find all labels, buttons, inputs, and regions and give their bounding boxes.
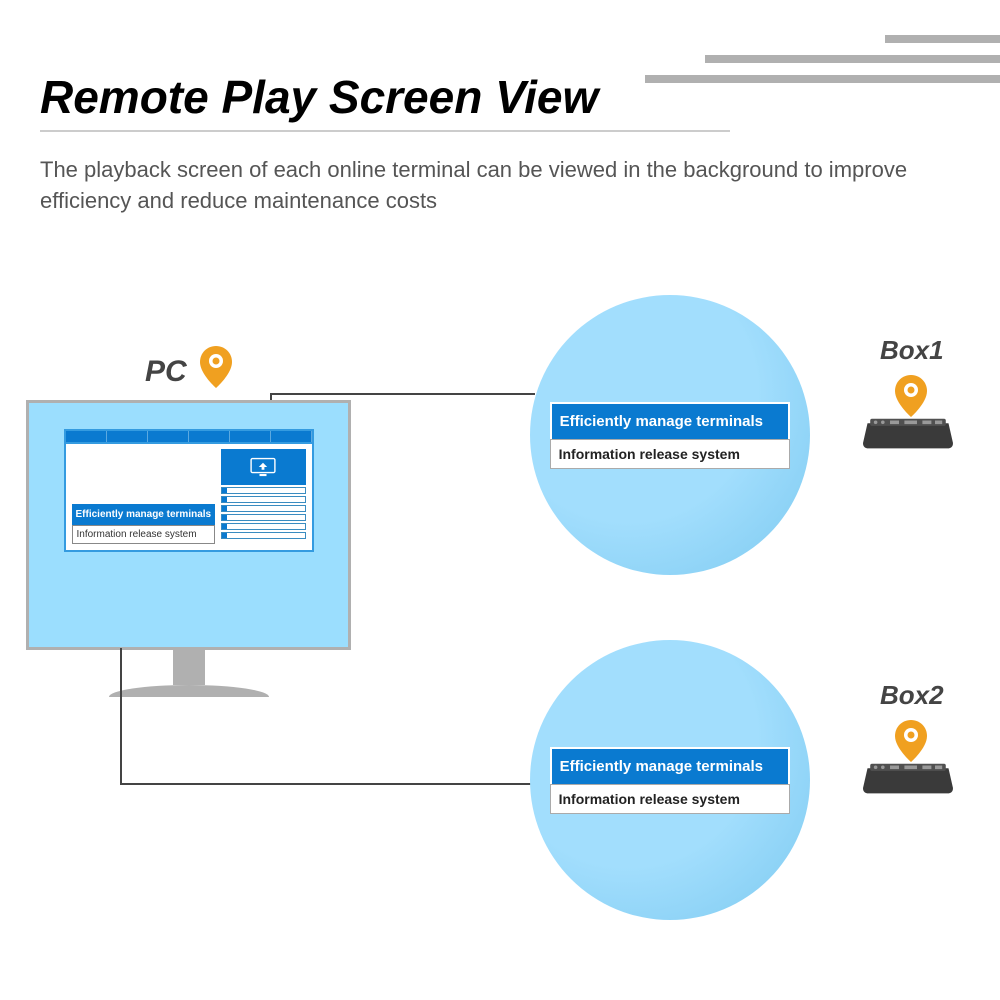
monitor-stand-neck	[173, 650, 205, 685]
subtitle-text: The playback screen of each online termi…	[40, 155, 940, 217]
list-item	[221, 505, 305, 512]
pc-monitor: Efficiently manage terminals Information…	[26, 400, 351, 697]
location-pin-icon	[895, 375, 927, 417]
box1-label: Box1	[880, 335, 944, 366]
preview-caption: Information release system	[550, 439, 791, 469]
list-item	[221, 496, 305, 503]
monitor-screen: Efficiently manage terminals Information…	[26, 400, 351, 650]
media-box-icon	[863, 761, 953, 795]
connector-line	[270, 395, 272, 400]
app-window: Efficiently manage terminals Information…	[64, 429, 314, 552]
list-item	[221, 487, 305, 494]
location-pin-icon	[895, 720, 927, 762]
preview-caption: Information release system	[550, 784, 791, 814]
connector-line	[120, 648, 122, 783]
terminal-preview-1: Efficiently manage terminals Information…	[530, 295, 810, 575]
terminal-preview-2: Efficiently manage terminals Information…	[530, 640, 810, 920]
box2-label: Box2	[880, 680, 944, 711]
page-title: Remote Play Screen View	[40, 70, 960, 124]
window-caption: Information release system	[72, 525, 216, 544]
window-banner: Efficiently manage terminals	[72, 504, 216, 525]
connector-line	[120, 783, 535, 785]
monitor-stand-base	[109, 685, 269, 697]
header: Remote Play Screen View	[40, 70, 960, 124]
media-box-icon	[863, 416, 953, 450]
preview-banner: Efficiently manage terminals	[550, 402, 791, 439]
location-pin-icon	[200, 346, 232, 388]
screen-share-icon	[221, 449, 305, 485]
list-item	[221, 532, 305, 539]
window-menubar	[66, 431, 312, 444]
connector-line	[270, 393, 535, 395]
list-item	[221, 523, 305, 530]
preview-banner: Efficiently manage terminals	[550, 747, 791, 784]
pc-label: PC	[145, 355, 187, 389]
list-item	[221, 514, 305, 521]
title-underline	[40, 130, 730, 132]
